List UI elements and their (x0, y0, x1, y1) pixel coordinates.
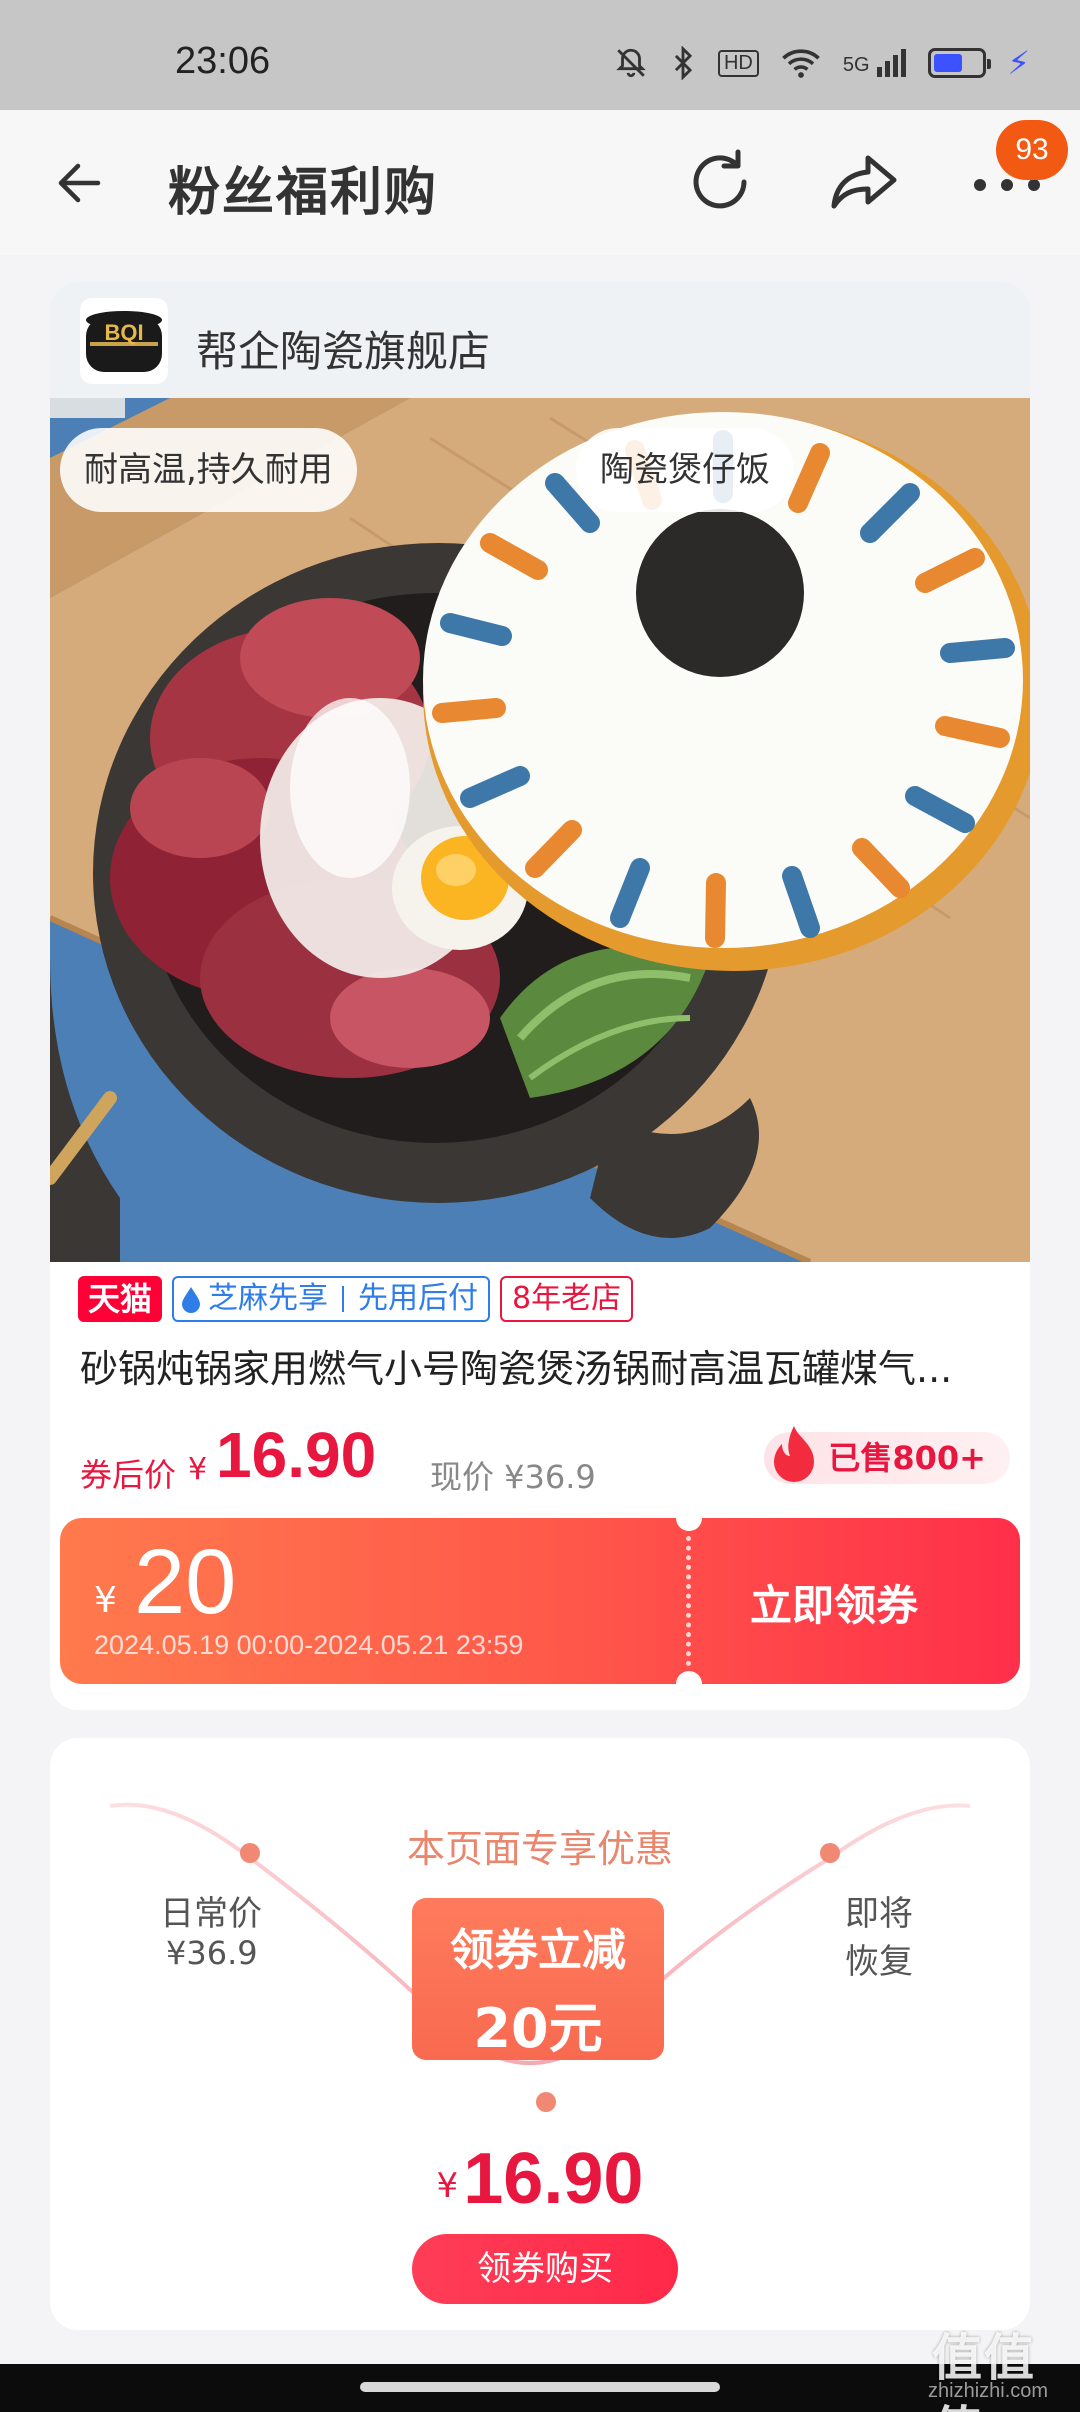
bell-muted-icon (616, 48, 646, 78)
coupon-validity: 2024.05.19 00:00-2024.05.21 23:59 (94, 1630, 524, 1660)
wifi-icon (782, 49, 820, 78)
old-store-badge: 8年老店 (500, 1276, 634, 1322)
price-label: 券后价 (80, 1456, 177, 1494)
signal-icon: 5G (843, 49, 906, 77)
store-logo-text: BQI (104, 320, 143, 345)
watermark-url: zhizhizhi.com (928, 2380, 1049, 2402)
image-tag-claypot: 陶瓷煲仔饭 (576, 428, 794, 512)
final-price: ¥ 16.90 (50, 2138, 1030, 2220)
coupon-price: 16.90 (216, 1419, 377, 1491)
exclusive-offer-card: 本页面专享优惠 日常价 ¥36.9 即将 恢复 领券立减 20元 ¥ 16.90… (50, 1738, 1030, 2330)
signal-label: 5G (842, 54, 870, 76)
status-time: 23:06 (175, 40, 271, 82)
daily-price-label: 日常价 (160, 1894, 262, 1934)
app-header: 粉丝福利购 93 (0, 110, 1080, 255)
coupon-currency: ¥ (94, 1580, 117, 1621)
charging-icon: ⚡ (1007, 44, 1030, 82)
zhima-badge: 芝麻先享 先用后付 (172, 1276, 491, 1322)
price-currency: ¥ (188, 1452, 208, 1487)
store-row[interactable]: BQI 帮企陶瓷旗舰店 (50, 282, 1030, 398)
sold-count-badge: 已售800+ (764, 1426, 1010, 1484)
zhima-label-a: 芝麻先享 (208, 1281, 329, 1316)
coupon-discount-box: 领券立减 20元 (412, 1898, 664, 2060)
flame-icon (774, 1426, 815, 1482)
coupon-divider (686, 1536, 691, 1666)
price-row: 券后价 ¥ 16.90 现价 ¥36.9 已售800+ (80, 1418, 1010, 1498)
zhima-label-b: 先用后付 (358, 1281, 479, 1316)
sold-count: 已售800+ (828, 1439, 986, 1477)
status-bar: 23:06 HD 5G ⚡ (0, 0, 1080, 110)
daily-price: ¥36.9 (166, 1934, 258, 1972)
store-logo: BQI (80, 298, 168, 384)
bluetooth-icon (674, 46, 693, 80)
product-card[interactable]: BQI 帮企陶瓷旗舰店 耐高温,持久耐用 陶瓷煲仔饭 天猫 芝麻先享 先用后付 … (50, 282, 1030, 1710)
exclusive-title: 本页面专享优惠 (406, 1827, 673, 1871)
product-title[interactable]: 砂锅炖锅家用燃气小号陶瓷煲汤锅耐高温瓦罐煤气... (80, 1338, 1000, 1393)
claim-and-buy-button[interactable]: 领券购买 (412, 2234, 678, 2304)
water-drop-icon (182, 1287, 201, 1313)
page-title: 粉丝福利购 (168, 163, 439, 223)
restore-label-line1: 即将 (845, 1894, 913, 1934)
message-count-badge: 93 (996, 120, 1068, 180)
battery-icon (927, 48, 991, 78)
refresh-icon[interactable] (682, 144, 758, 220)
share-icon[interactable] (826, 144, 902, 220)
coupon-banner[interactable]: ¥ 20 2024.05.19 00:00-2024.05.21 23:59 立… (60, 1518, 1020, 1684)
current-price: 现价 ¥36.9 (430, 1458, 596, 1496)
status-icons: HD 5G ⚡ (614, 44, 1030, 82)
final-price-currency: ¥ (436, 2166, 459, 2206)
product-image[interactable]: 耐高温,持久耐用 陶瓷煲仔饭 (50, 398, 1030, 1262)
store-name[interactable]: 帮企陶瓷旗舰店 (196, 318, 490, 379)
hd-icon: HD (717, 49, 759, 77)
discount-line2: 20元 (473, 1997, 603, 2060)
product-badges: 天猫 芝麻先享 先用后付 8年老店 (78, 1276, 634, 1322)
final-price-value: 16.90 (463, 2139, 644, 2219)
claim-coupon-button[interactable]: 立即领券 (750, 1572, 918, 1633)
back-arrow-icon[interactable] (50, 148, 120, 218)
tmall-badge: 天猫 (78, 1276, 163, 1322)
home-indicator[interactable] (360, 2382, 720, 2392)
system-nav-bar (0, 2364, 1080, 2412)
discount-line1: 领券立减 (450, 1925, 626, 1976)
image-tag-heat: 耐高温,持久耐用 (60, 428, 357, 512)
restore-label-line2: 恢复 (845, 1942, 913, 1982)
coupon-amount: 20 (134, 1531, 237, 1633)
